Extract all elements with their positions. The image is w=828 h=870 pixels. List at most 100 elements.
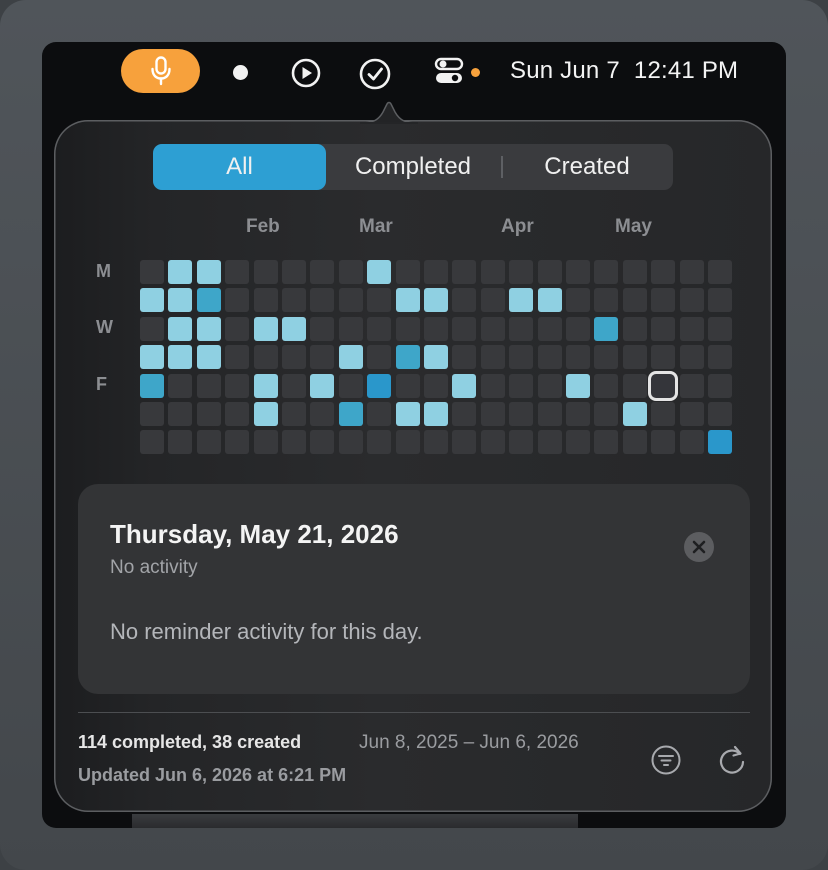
day-cell[interactable] bbox=[651, 402, 675, 426]
day-cell[interactable] bbox=[424, 430, 448, 454]
day-cell[interactable] bbox=[623, 288, 647, 312]
day-cell[interactable] bbox=[680, 430, 704, 454]
day-cell[interactable] bbox=[424, 260, 448, 284]
day-cell[interactable] bbox=[310, 374, 334, 398]
day-cell[interactable] bbox=[282, 288, 306, 312]
segment-created[interactable]: Created bbox=[501, 144, 673, 190]
day-cell[interactable] bbox=[282, 260, 306, 284]
day-cell[interactable] bbox=[367, 260, 391, 284]
day-cell[interactable] bbox=[396, 345, 420, 369]
filter-button[interactable] bbox=[650, 744, 682, 776]
day-cell[interactable] bbox=[396, 317, 420, 341]
day-cell[interactable] bbox=[566, 317, 590, 341]
day-cell[interactable] bbox=[396, 260, 420, 284]
day-cell[interactable] bbox=[339, 260, 363, 284]
day-cell[interactable] bbox=[396, 288, 420, 312]
day-cell[interactable] bbox=[481, 402, 505, 426]
day-cell[interactable] bbox=[708, 430, 732, 454]
day-cell[interactable] bbox=[367, 374, 391, 398]
day-cell[interactable] bbox=[538, 402, 562, 426]
day-cell[interactable] bbox=[140, 288, 164, 312]
day-cell[interactable] bbox=[651, 317, 675, 341]
day-cell[interactable] bbox=[197, 374, 221, 398]
day-cell[interactable] bbox=[708, 288, 732, 312]
day-cell[interactable] bbox=[452, 260, 476, 284]
play-circle-icon[interactable] bbox=[290, 57, 322, 89]
day-cell[interactable] bbox=[509, 430, 533, 454]
close-detail-button[interactable] bbox=[684, 532, 714, 562]
day-cell[interactable] bbox=[310, 260, 334, 284]
segment-completed[interactable]: Completed bbox=[326, 144, 500, 190]
day-cell[interactable] bbox=[481, 260, 505, 284]
day-cell[interactable] bbox=[680, 345, 704, 369]
day-cell[interactable] bbox=[680, 260, 704, 284]
day-cell[interactable] bbox=[168, 402, 192, 426]
day-cell[interactable] bbox=[509, 288, 533, 312]
day-cell[interactable] bbox=[452, 374, 476, 398]
day-cell[interactable] bbox=[254, 374, 278, 398]
day-cell[interactable] bbox=[367, 430, 391, 454]
day-cell[interactable] bbox=[282, 430, 306, 454]
day-cell[interactable] bbox=[623, 260, 647, 284]
day-cell[interactable] bbox=[367, 345, 391, 369]
day-cell[interactable] bbox=[197, 430, 221, 454]
day-cell[interactable] bbox=[339, 430, 363, 454]
day-cell[interactable] bbox=[367, 317, 391, 341]
day-cell[interactable] bbox=[708, 260, 732, 284]
day-cell[interactable] bbox=[197, 260, 221, 284]
day-cell[interactable] bbox=[651, 260, 675, 284]
day-cell[interactable] bbox=[424, 345, 448, 369]
day-cell[interactable] bbox=[168, 317, 192, 341]
segment-all[interactable]: All bbox=[153, 144, 326, 190]
microphone-button[interactable] bbox=[121, 49, 200, 93]
menubar-clock[interactable]: Sun Jun 7 12:41 PM bbox=[510, 54, 738, 88]
day-cell[interactable] bbox=[197, 402, 221, 426]
day-cell[interactable] bbox=[168, 374, 192, 398]
day-cell[interactable] bbox=[225, 317, 249, 341]
day-cell[interactable] bbox=[651, 288, 675, 312]
day-cell[interactable] bbox=[651, 374, 675, 398]
day-cell[interactable] bbox=[339, 317, 363, 341]
day-cell[interactable] bbox=[140, 374, 164, 398]
refresh-button[interactable] bbox=[716, 742, 748, 776]
day-cell[interactable] bbox=[623, 402, 647, 426]
day-cell[interactable] bbox=[367, 288, 391, 312]
day-cell[interactable] bbox=[254, 345, 278, 369]
day-cell[interactable] bbox=[509, 402, 533, 426]
day-cell[interactable] bbox=[452, 402, 476, 426]
day-cell[interactable] bbox=[452, 430, 476, 454]
day-cell[interactable] bbox=[140, 345, 164, 369]
day-cell[interactable] bbox=[623, 345, 647, 369]
day-cell[interactable] bbox=[452, 317, 476, 341]
day-cell[interactable] bbox=[282, 345, 306, 369]
day-cell[interactable] bbox=[339, 345, 363, 369]
day-cell[interactable] bbox=[538, 374, 562, 398]
day-cell[interactable] bbox=[225, 345, 249, 369]
day-cell[interactable] bbox=[197, 345, 221, 369]
day-cell[interactable] bbox=[708, 402, 732, 426]
day-cell[interactable] bbox=[594, 345, 618, 369]
day-cell[interactable] bbox=[481, 374, 505, 398]
day-cell[interactable] bbox=[680, 402, 704, 426]
day-cell[interactable] bbox=[708, 317, 732, 341]
day-cell[interactable] bbox=[197, 317, 221, 341]
day-cell[interactable] bbox=[424, 288, 448, 312]
day-cell[interactable] bbox=[424, 374, 448, 398]
day-cell[interactable] bbox=[594, 430, 618, 454]
day-cell[interactable] bbox=[538, 288, 562, 312]
day-cell[interactable] bbox=[509, 260, 533, 284]
day-cell[interactable] bbox=[651, 345, 675, 369]
day-cell[interactable] bbox=[168, 288, 192, 312]
day-cell[interactable] bbox=[254, 288, 278, 312]
day-cell[interactable] bbox=[623, 374, 647, 398]
day-cell[interactable] bbox=[282, 317, 306, 341]
day-cell[interactable] bbox=[310, 317, 334, 341]
day-cell[interactable] bbox=[509, 345, 533, 369]
day-cell[interactable] bbox=[481, 430, 505, 454]
day-cell[interactable] bbox=[594, 260, 618, 284]
day-cell[interactable] bbox=[168, 430, 192, 454]
day-cell[interactable] bbox=[254, 260, 278, 284]
day-cell[interactable] bbox=[509, 374, 533, 398]
day-cell[interactable] bbox=[708, 374, 732, 398]
day-cell[interactable] bbox=[566, 288, 590, 312]
